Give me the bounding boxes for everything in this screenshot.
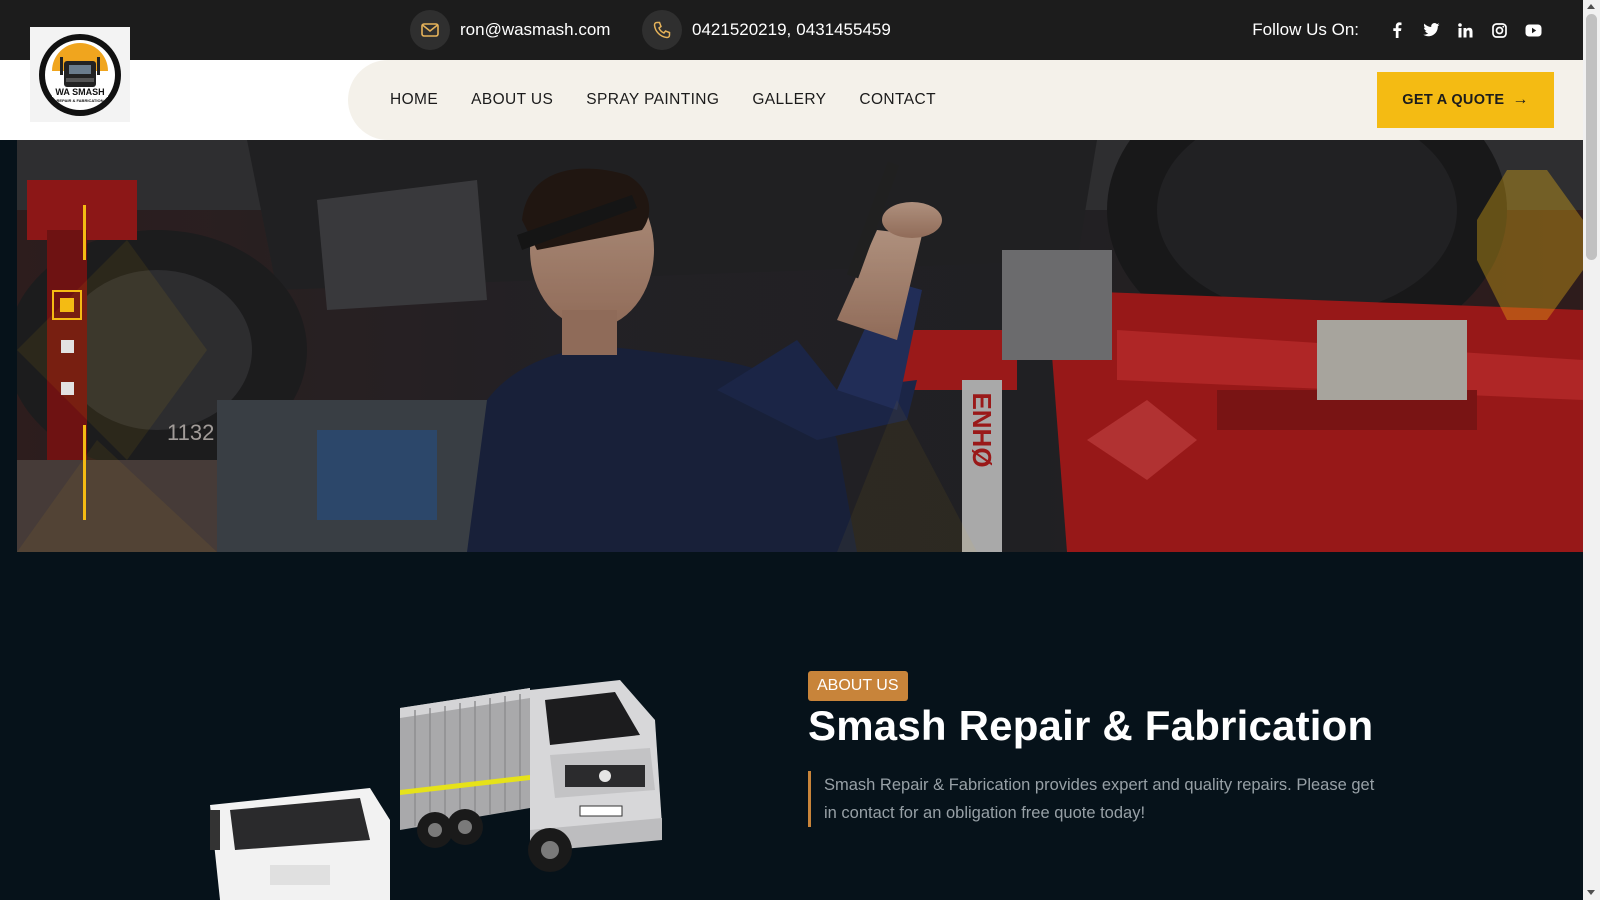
get-a-quote-label: GET A QUOTE: [1402, 92, 1505, 108]
slide-indicator-1[interactable]: [52, 290, 82, 320]
slide-indicator-3[interactable]: [61, 382, 74, 395]
nav-gallery[interactable]: GALLERY: [752, 91, 826, 109]
nav-about-us[interactable]: ABOUT US: [471, 91, 553, 109]
nav-spray-painting[interactable]: SPRAY PAINTING: [586, 91, 719, 109]
scroll-up-arrow-icon[interactable]: [1587, 4, 1595, 9]
about-description: Smash Repair & Fabrication provides expe…: [808, 771, 1386, 827]
scrollbar-thumb[interactable]: [1586, 14, 1597, 260]
youtube-icon[interactable]: [1523, 20, 1543, 40]
truck-image: [210, 680, 662, 900]
phone-separator: ,: [786, 20, 792, 39]
slider-line-top: [83, 205, 86, 260]
get-a-quote-button[interactable]: GET A QUOTE →: [1377, 72, 1554, 128]
facebook-icon[interactable]: [1387, 20, 1407, 40]
top-bar: ron@wasmash.com 0421520219, 0431455459 Fo…: [0, 0, 1583, 60]
follow-label: Follow Us On:: [1252, 20, 1359, 39]
slider-line-bottom: [83, 425, 86, 520]
envelope-icon: [410, 10, 450, 50]
twitter-icon[interactable]: [1421, 20, 1441, 40]
main-navigation: HOME ABOUT US SPRAY PAINTING GALLERY CON…: [390, 60, 969, 140]
instagram-icon[interactable]: [1489, 20, 1509, 40]
logo-wordmark: WA SMASH: [55, 87, 104, 97]
phone-secondary[interactable]: 0431455459: [796, 20, 891, 40]
email-contact[interactable]: ron@wasmash.com: [410, 10, 610, 50]
page-scrollbar[interactable]: [1583, 0, 1600, 900]
follow-us: Follow Us On:: [1252, 0, 1543, 60]
hero-slider: 1132 ENHØ: [17, 140, 1583, 552]
phone-contact[interactable]: 0421520219, 0431455459: [642, 10, 891, 50]
phone-icon: [642, 10, 682, 50]
hero-image-mechanic-under-truck: 1132 ENHØ: [17, 140, 1583, 552]
scroll-down-arrow-icon[interactable]: [1587, 890, 1595, 895]
site-logo[interactable]: WA SMASH REPAIR & FABRICATION: [30, 27, 130, 122]
nav-contact[interactable]: CONTACT: [859, 91, 936, 109]
arrow-right-icon: →: [1512, 91, 1529, 108]
slide-indicator-2[interactable]: [61, 340, 74, 353]
phone-primary[interactable]: 0421520219: [692, 20, 787, 40]
nav-home[interactable]: HOME: [390, 91, 438, 109]
logo-tagline: REPAIR & FABRICATION: [57, 98, 104, 103]
about-title: Smash Repair & Fabrication: [808, 702, 1374, 749]
about-tag: ABOUT US: [808, 671, 908, 701]
email-text[interactable]: ron@wasmash.com: [460, 20, 610, 40]
linkedin-icon[interactable]: [1455, 20, 1475, 40]
